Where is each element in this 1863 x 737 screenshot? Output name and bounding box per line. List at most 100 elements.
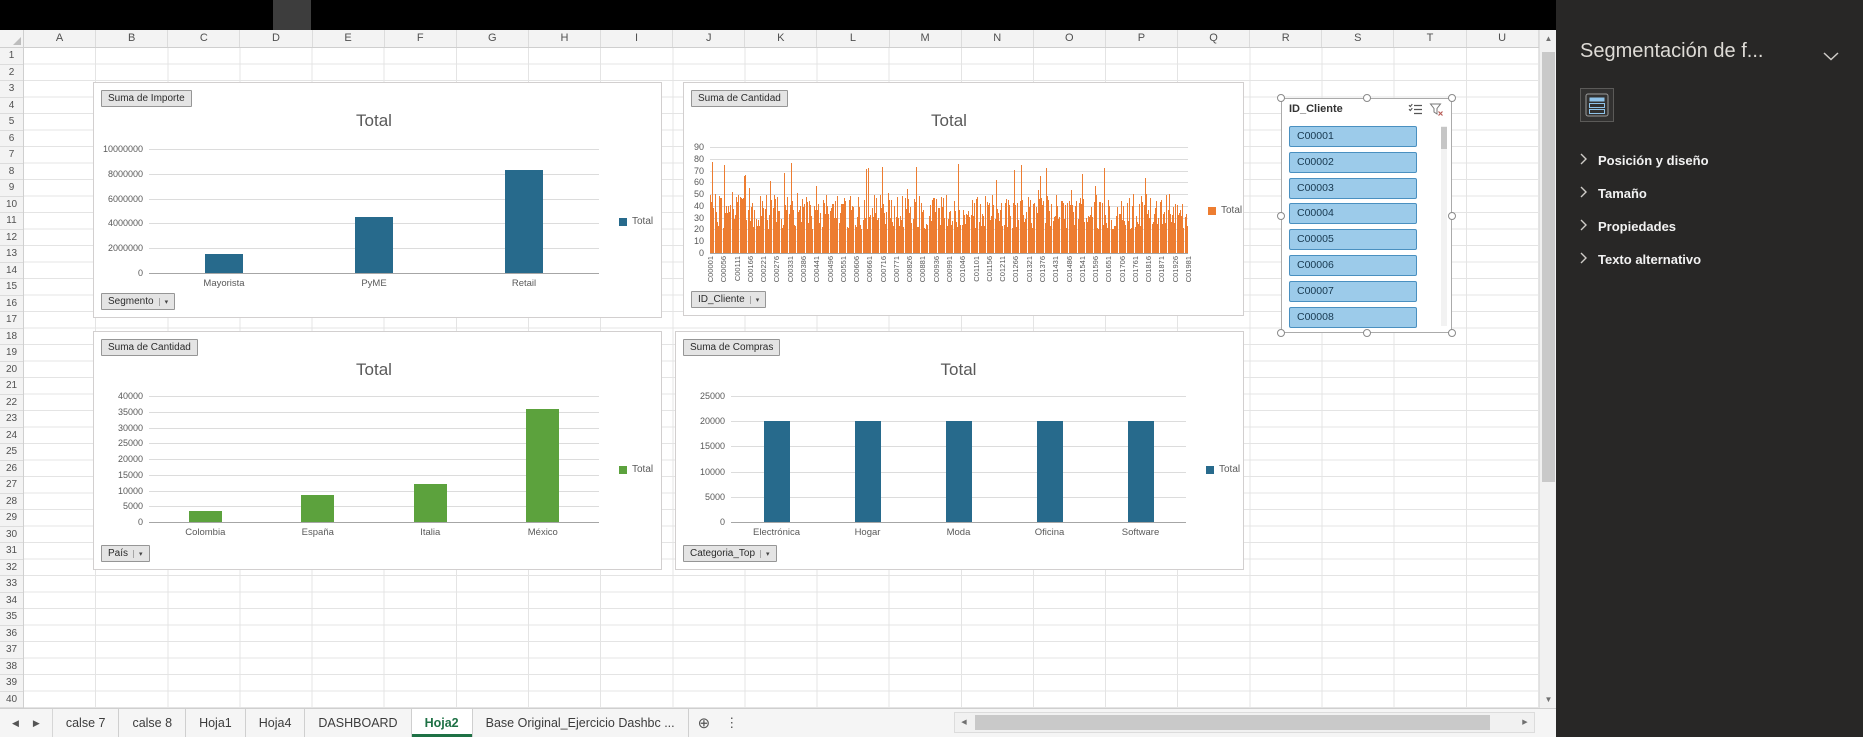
pivot-field-button[interactable]: Suma de Cantidad [101,339,198,356]
selection-handle[interactable] [1362,329,1371,337]
pivot-filter-button[interactable]: Segmento ▾ [101,293,176,310]
row-header-1[interactable]: 1 [0,48,23,65]
column-header-Q[interactable]: Q [1178,30,1251,47]
column-header-K[interactable]: K [745,30,818,47]
row-header-27[interactable]: 27 [0,477,23,494]
sheet-tab-hoja2[interactable]: Hoja2 [411,709,473,737]
row-header-5[interactable]: 5 [0,114,23,131]
chart-title[interactable]: Total [731,360,1186,380]
row-header-19[interactable]: 19 [0,345,23,362]
slicer-item-C00006[interactable]: C00006 [1289,255,1417,276]
data-bar[interactable] [763,421,790,522]
row-header-21[interactable]: 21 [0,378,23,395]
scroll-left-icon[interactable]: ◀ [955,713,973,732]
column-header-A[interactable]: A [24,30,97,47]
slicer-item-C00003[interactable]: C00003 [1289,177,1417,199]
slicer-item-C00005[interactable]: C00005 [1289,229,1417,251]
slicer-item-C00007[interactable]: C00007 [1289,280,1417,302]
row-header-38[interactable]: 38 [0,659,23,675]
chevron-down-icon[interactable] [1823,48,1839,66]
pivot-chart-cantidad-cliente[interactable]: Suma de Cantidad Total 0 10 20 30 40 50 60 70 80 90… [683,82,1244,316]
data-bar[interactable] [505,170,543,273]
selection-handle[interactable] [1277,211,1285,220]
data-bar[interactable] [945,421,972,522]
row-header-25[interactable]: 25 [0,444,23,461]
data-bar[interactable] [413,484,447,522]
tab-scrollbar-splitter[interactable]: ⋮ [719,709,744,737]
sheet-tab-base-original-ejercicio-dashbc-[interactable]: Base Original_Ejercicio Dashbc ... [473,709,689,737]
pivot-chart-cantidad-pais[interactable]: Suma de Cantidad Total 0 5000 10000 15000 2000… [93,331,662,570]
row-header-4[interactable]: 4 [0,98,23,114]
row-header-16[interactable]: 16 [0,296,23,312]
row-header-15[interactable]: 15 [0,279,23,296]
column-header-T[interactable]: T [1394,30,1467,47]
row-header-7[interactable]: 7 [0,147,23,164]
scroll-down-icon[interactable]: ▼ [1540,691,1557,708]
sheet-tab-calse-8[interactable]: calse 8 [119,709,187,737]
pivot-filter-button[interactable]: Categoria_Top ▾ [683,545,777,562]
chart-title[interactable]: Total [710,111,1188,131]
chart-title[interactable]: Total [149,111,599,131]
chart-legend[interactable]: Total [1206,464,1240,475]
row-header-17[interactable]: 17 [0,312,23,329]
sheet-tab-hoja4[interactable]: Hoja4 [246,709,306,737]
row-header-35[interactable]: 35 [0,609,23,626]
data-bar[interactable] [355,217,393,273]
data-bar[interactable] [1127,421,1154,522]
row-header-12[interactable]: 12 [0,230,23,246]
column-header-U[interactable]: U [1467,30,1539,47]
slicer-multiselect-icon[interactable] [1407,102,1424,119]
slicer-item-C00008[interactable]: C00008 [1289,306,1417,328]
row-header-36[interactable]: 36 [0,626,23,642]
row-header-13[interactable]: 13 [0,246,23,263]
horizontal-scrollbar[interactable]: ◀ ▶ [954,712,1535,733]
scroll-up-icon[interactable]: ▲ [1540,30,1557,47]
column-header-J[interactable]: J [673,30,746,47]
slicer-scrollbar[interactable] [1441,126,1447,326]
row-header-8[interactable]: 8 [0,164,23,180]
data-bar[interactable] [1186,226,1188,253]
vertical-scrollbar-thumb[interactable] [1542,52,1555,482]
pivot-filter-button[interactable]: ID_Cliente ▾ [691,291,767,308]
selection-handle[interactable] [1448,94,1456,102]
pivot-chart-importe-segmento[interactable]: Suma de Importe Total 0 2000000 4000000 60000… [93,82,662,318]
row-header-31[interactable]: 31 [0,543,23,560]
selection-handle[interactable] [1277,94,1285,102]
data-bar[interactable] [854,421,881,522]
horizontal-scrollbar-thumb[interactable] [975,715,1490,730]
row-header-24[interactable]: 24 [0,428,23,444]
pivot-field-button[interactable]: Suma de Importe [101,90,192,107]
column-header-F[interactable]: F [385,30,457,47]
pane-section-posici-n-y-dise-o[interactable]: Posición y diseño [1556,144,1863,177]
row-header-29[interactable]: 29 [0,510,23,527]
row-header-20[interactable]: 20 [0,362,23,378]
chart-legend[interactable]: Total [619,216,653,227]
vertical-scrollbar[interactable]: ▲ ▼ [1539,30,1556,708]
data-bar[interactable] [1036,421,1063,522]
row-header-3[interactable]: 3 [0,81,23,98]
pivot-field-button[interactable]: Suma de Compras [683,339,781,356]
row-header-30[interactable]: 30 [0,527,23,543]
pane-section-tama-o[interactable]: Tamaño [1556,177,1863,210]
row-header-14[interactable]: 14 [0,263,23,279]
pivot-filter-button[interactable]: País ▾ [101,545,150,562]
selection-handle[interactable] [1277,329,1285,337]
selection-handle[interactable] [1362,94,1371,102]
row-header-6[interactable]: 6 [0,131,23,147]
row-header-2[interactable]: 2 [0,65,23,81]
slicer-item-C00001[interactable]: C00001 [1289,126,1417,147]
select-all-corner[interactable] [0,30,24,48]
row-header-39[interactable]: 39 [0,675,23,692]
column-header-C[interactable]: C [168,30,241,47]
prev-sheet-icon[interactable]: ◀ [12,718,19,729]
column-header-B[interactable]: B [96,30,169,47]
row-header-11[interactable]: 11 [0,213,23,230]
column-header-M[interactable]: M [890,30,962,47]
column-header-N[interactable]: N [962,30,1034,47]
chart-legend[interactable]: Total [619,464,653,475]
sheet-tab-calse-7[interactable]: calse 7 [53,709,120,737]
selection-handle[interactable] [1448,329,1456,337]
column-header-I[interactable]: I [601,30,674,47]
sheet-tab-hoja1[interactable]: Hoja1 [186,709,246,737]
pivot-chart-compras-categoria[interactable]: Suma de Compras Total 0 5000 10000 15000 20000… [675,331,1244,570]
